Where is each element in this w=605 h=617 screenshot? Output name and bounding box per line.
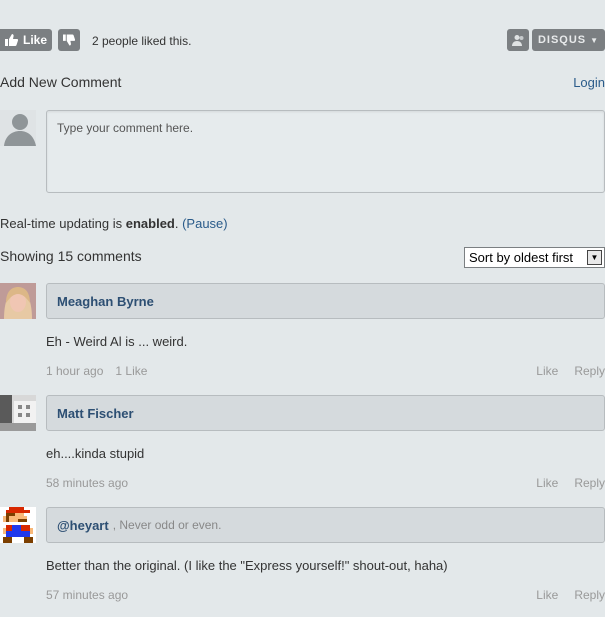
disqus-logo: DISQUS	[537, 34, 587, 46]
like-label: Like	[23, 33, 48, 47]
thumbs-up-icon	[5, 34, 18, 46]
likes-count-text: 2 people liked this.	[92, 34, 192, 48]
realtime-suffix: .	[174, 216, 183, 231]
avatar[interactable]	[0, 283, 36, 319]
login-link[interactable]: Login	[573, 75, 605, 90]
comment-reply-button[interactable]: Reply	[574, 476, 605, 490]
realtime-status: Real-time updating is enabled. (Pause)	[0, 216, 228, 231]
comment-text: eh....kinda stupid	[46, 446, 145, 461]
realtime-state: enabled	[125, 216, 175, 231]
dropdown-arrow-icon: ▼	[587, 250, 602, 265]
comment-actions: Like Reply	[520, 364, 605, 378]
sort-select[interactable]: Sort by oldest first ▼	[464, 247, 605, 268]
sort-value: Sort by oldest first	[469, 250, 574, 265]
disqus-user-button[interactable]	[507, 29, 529, 51]
users-icon	[511, 35, 523, 46]
avatar[interactable]	[0, 395, 36, 431]
pause-link[interactable]: (Pause)	[182, 216, 228, 231]
comment-reply-button[interactable]: Reply	[574, 588, 605, 602]
comment-input[interactable]: Type your comment here.	[46, 110, 605, 193]
comment-like-button[interactable]: Like	[536, 476, 558, 490]
realtime-prefix: Real-time updating is	[0, 216, 126, 231]
comment-meta: 58 minutes ago	[46, 476, 152, 490]
comment-like-count: 1 Like	[115, 364, 148, 378]
avatar-placeholder-icon	[0, 110, 36, 146]
comment-text: Eh - Weird Al is ... weird.	[46, 334, 188, 349]
comment-time[interactable]: 57 minutes ago	[46, 588, 128, 602]
comment-time[interactable]: 1 hour ago	[46, 364, 103, 378]
comment-actions: Like Reply	[520, 588, 605, 602]
comment-header: Matt Fischer	[46, 395, 605, 431]
comment-like-button[interactable]: Like	[536, 588, 558, 602]
chevron-down-icon: ▼	[590, 35, 600, 45]
dislike-button[interactable]	[58, 29, 80, 51]
comment-count: Showing 15 comments	[0, 248, 142, 264]
like-button[interactable]: Like	[0, 29, 52, 51]
comment-meta: 57 minutes ago	[46, 588, 152, 602]
comment-author[interactable]: Matt Fischer	[57, 406, 134, 421]
avatar[interactable]	[0, 507, 36, 543]
thumbs-down-icon	[63, 34, 75, 46]
comment-meta: 1 hour ago 1 Like	[46, 364, 159, 378]
comment-header: @heyart , Never odd or even.	[46, 507, 605, 543]
comment-author[interactable]: Meaghan Byrne	[57, 294, 154, 309]
comment-like-button[interactable]: Like	[536, 364, 558, 378]
comment-time[interactable]: 58 minutes ago	[46, 476, 128, 490]
add-comment-heading: Add New Comment	[0, 74, 122, 90]
comment-header: Meaghan Byrne	[46, 283, 605, 319]
comment-placeholder: Type your comment here.	[57, 121, 194, 135]
comment-reply-button[interactable]: Reply	[574, 364, 605, 378]
comment-actions: Like Reply	[520, 476, 605, 490]
comment-author[interactable]: @heyart	[57, 518, 109, 533]
comment-text: Better than the original. (I like the "E…	[46, 558, 448, 573]
comment-author-bio: , Never odd or even.	[112, 518, 222, 532]
disqus-menu-button[interactable]: DISQUS ▼	[532, 29, 605, 51]
